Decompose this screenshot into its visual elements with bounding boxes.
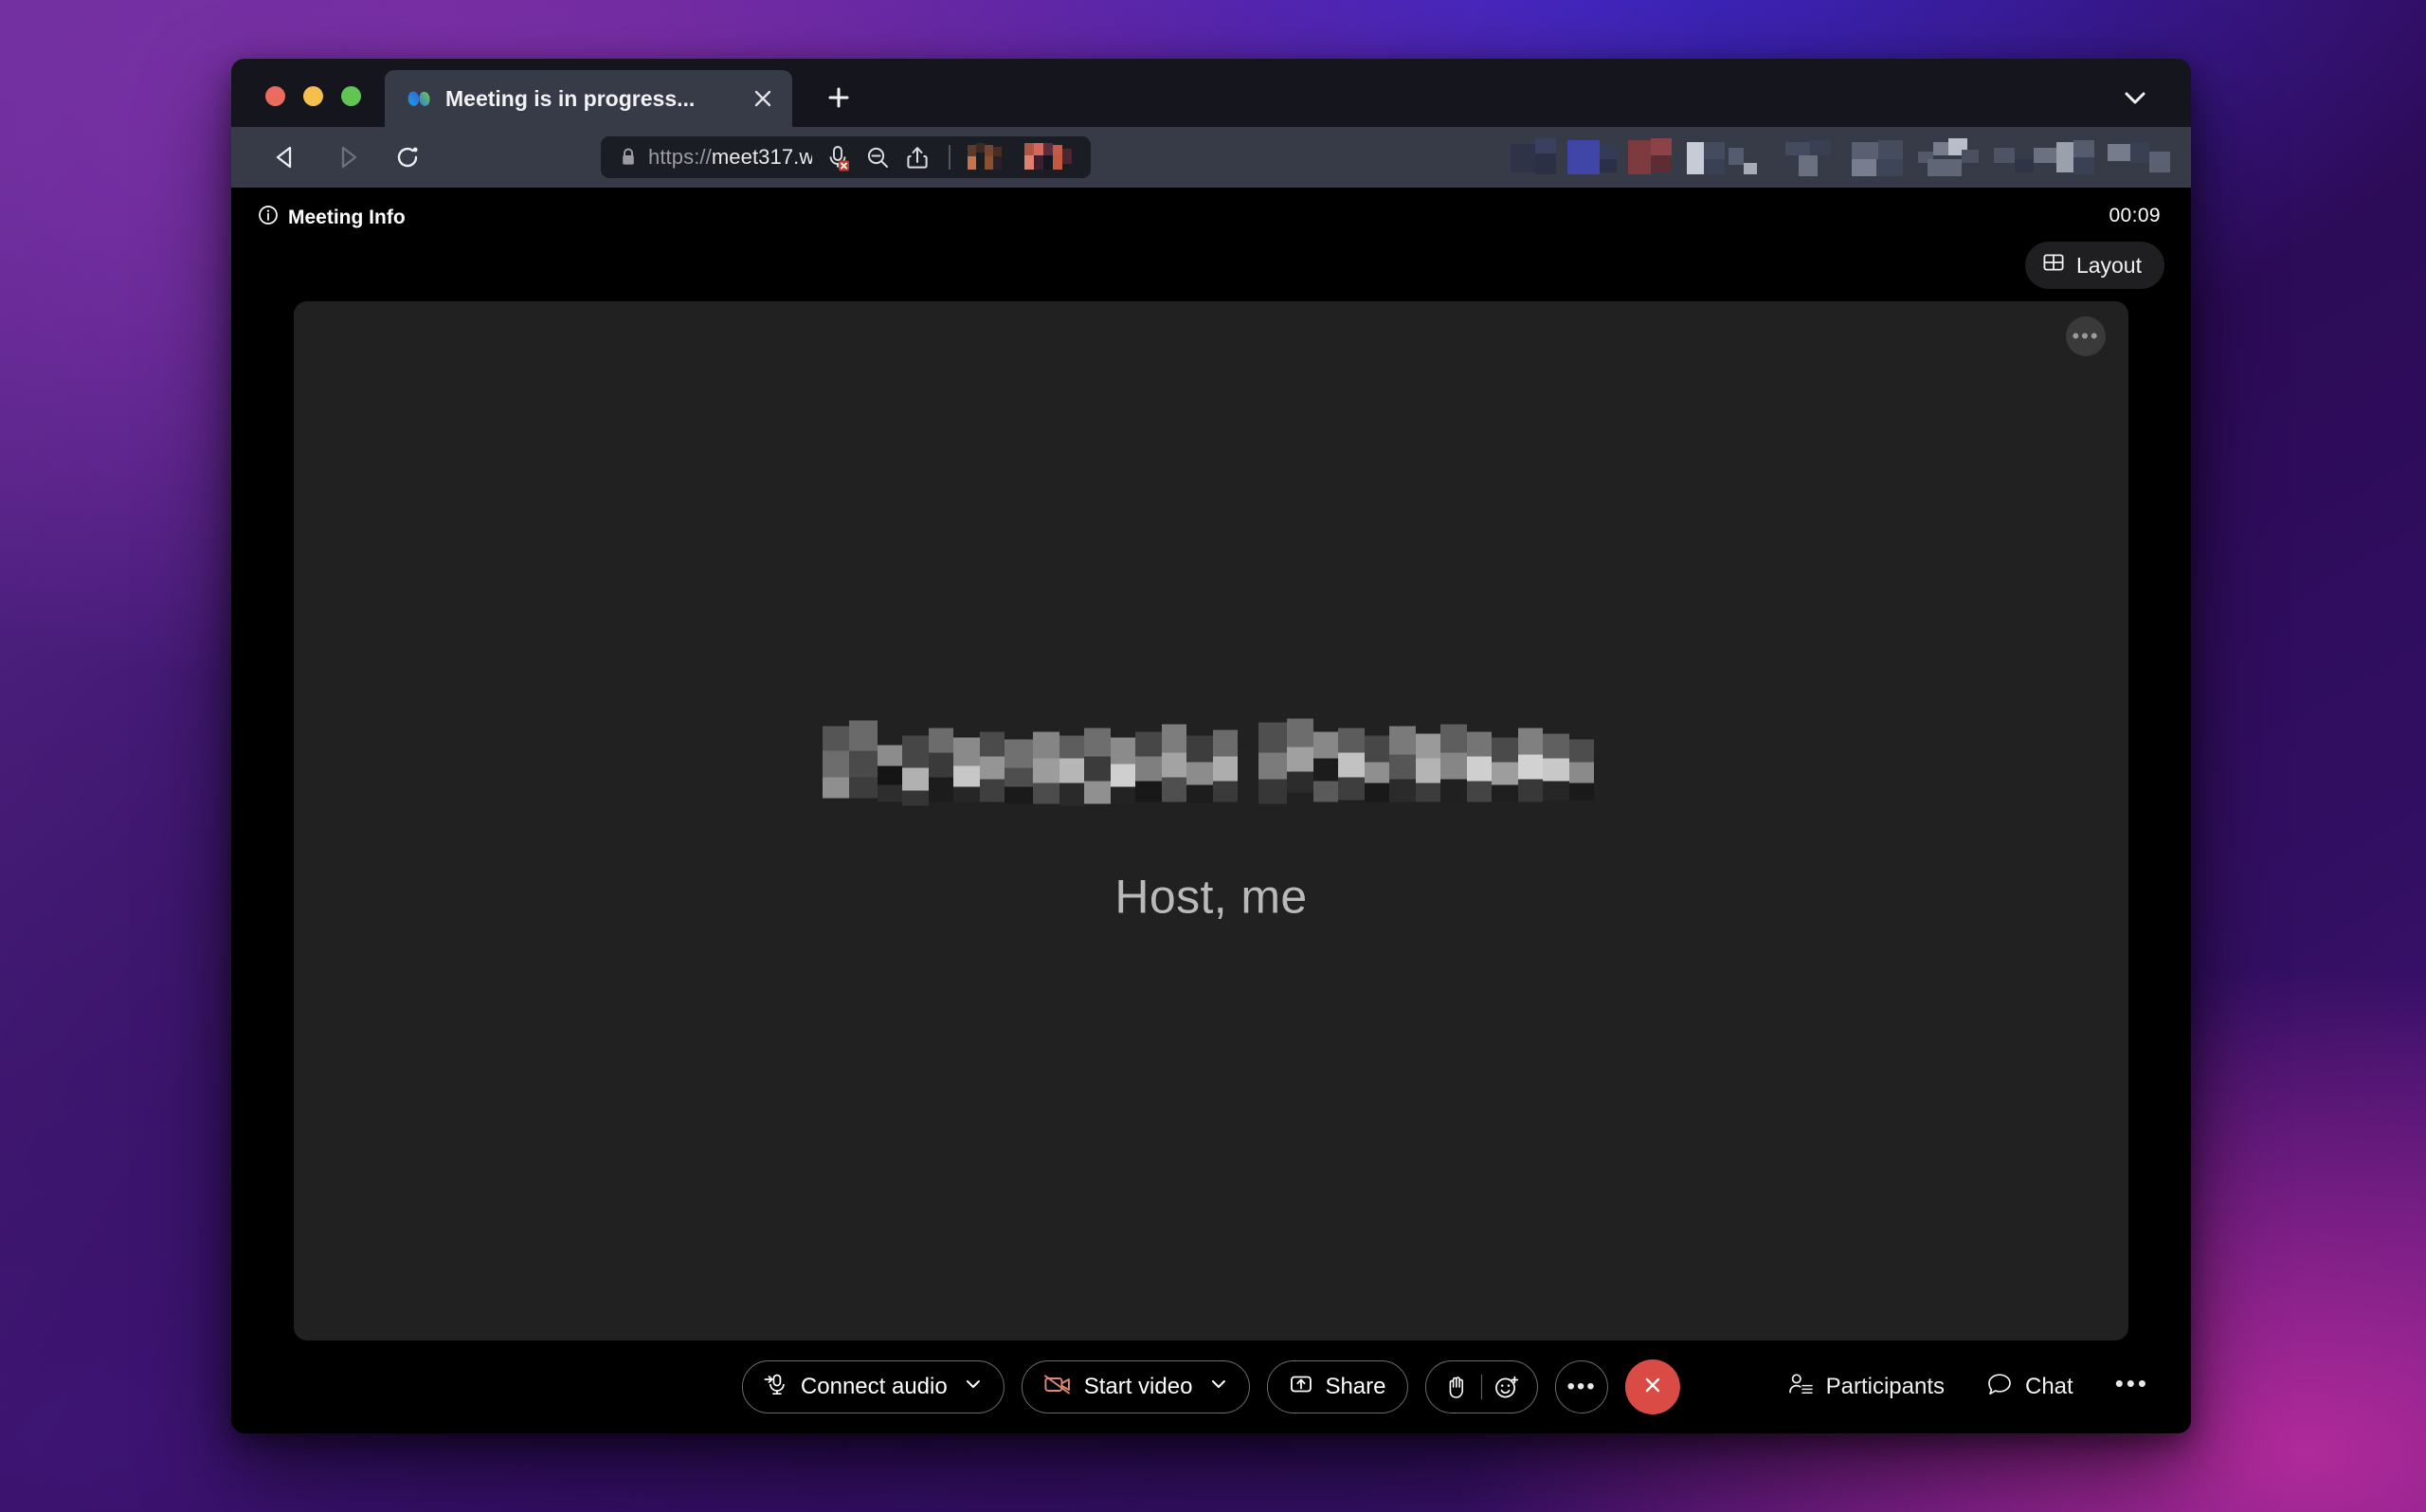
- start-video-label: Start video: [1083, 1374, 1193, 1399]
- more-options-icon[interactable]: •••: [2066, 316, 2106, 356]
- control-bar-center-group: Connect audio Start video Share •••: [741, 1359, 1681, 1414]
- back-arrow-icon[interactable]: [267, 138, 305, 176]
- forward-arrow-icon: [328, 138, 366, 176]
- share-label: Share: [1325, 1374, 1386, 1399]
- participants-label: Participants: [1825, 1374, 1945, 1399]
- more-options-button-right[interactable]: •••: [2115, 1371, 2149, 1395]
- pixelated-extension-icon-1: [968, 143, 1013, 171]
- chevron-down-icon[interactable]: [1208, 1374, 1227, 1400]
- connect-audio-button[interactable]: Connect audio: [741, 1360, 1005, 1413]
- chat-bubble-icon: [1986, 1372, 2013, 1403]
- url-scheme: https://: [648, 145, 712, 169]
- video-stage-tile[interactable]: ••• Host, me: [294, 301, 2128, 1341]
- emoji-reaction-icon[interactable]: [1482, 1374, 1531, 1400]
- chevron-down-icon[interactable]: [2121, 87, 2149, 108]
- url-bar[interactable]: https://meet317.webex.com/...: [601, 136, 1091, 178]
- participant-name-label: Host, me: [1114, 870, 1308, 923]
- close-icon[interactable]: [751, 86, 775, 111]
- reactions-group[interactable]: [1424, 1360, 1539, 1413]
- close-x-icon: [1639, 1372, 1666, 1403]
- toolbar-divider: [949, 145, 950, 170]
- meeting-timer: 00:09: [2109, 205, 2161, 226]
- participants-icon: [1787, 1372, 1814, 1403]
- plus-icon[interactable]: [824, 83, 853, 112]
- zoom-out-icon[interactable]: [863, 143, 892, 171]
- chat-button[interactable]: Chat: [1986, 1372, 2073, 1403]
- leave-meeting-button[interactable]: [1625, 1359, 1681, 1414]
- meeting-info-button[interactable]: Meeting Info: [258, 205, 406, 230]
- participant-placeholder: Host, me: [294, 718, 2128, 924]
- lock-icon: [620, 147, 637, 168]
- microphone-muted-icon[interactable]: [824, 143, 852, 171]
- url-text: https://meet317.webex.com/...: [648, 145, 812, 170]
- raise-hand-icon[interactable]: [1431, 1374, 1480, 1400]
- control-bar-right-group: Participants Chat •••: [1787, 1371, 2149, 1403]
- share-button[interactable]: Share: [1266, 1360, 1408, 1413]
- minimize-window-button[interactable]: [303, 86, 323, 106]
- share-screen-icon: [1288, 1372, 1313, 1403]
- layout-button[interactable]: Layout: [2024, 242, 2164, 289]
- browser-tab-active[interactable]: Meeting is in progress...: [385, 70, 792, 127]
- camera-off-icon: [1043, 1372, 1072, 1403]
- url-host: meet317.webex.com/...: [711, 145, 812, 169]
- pixelated-participant-name: [823, 718, 1600, 818]
- reload-icon[interactable]: [389, 138, 426, 176]
- pixelated-extension-icons: [1511, 138, 2174, 178]
- layout-button-label: Layout: [2075, 252, 2142, 278]
- meeting-control-bar: Connect audio Start video Share ••• Part…: [231, 1341, 2191, 1433]
- microphone-connect-icon: [764, 1372, 788, 1403]
- desktop-wallpaper: Meeting is in progress... https://meet31…: [0, 0, 2426, 1512]
- chat-label: Chat: [2024, 1374, 2073, 1399]
- window-traffic-lights: [231, 86, 361, 127]
- close-window-button[interactable]: [265, 86, 285, 106]
- info-circle-icon: [258, 205, 279, 230]
- maximize-window-button[interactable]: [341, 86, 361, 106]
- browser-toolbar: https://meet317.webex.com/...: [231, 127, 2191, 188]
- pixelated-extension-icon-2: [1024, 143, 1077, 171]
- browser-tab-title: Meeting is in progress...: [445, 85, 696, 111]
- browser-window: Meeting is in progress... https://meet31…: [231, 59, 2191, 1433]
- participants-button[interactable]: Participants: [1787, 1372, 1945, 1403]
- webex-meeting-app: Meeting Info 00:09 Layout ••• Host, me C…: [231, 188, 2191, 1433]
- grid-layout-icon: [2042, 251, 2065, 279]
- webex-logo-icon: [406, 85, 432, 112]
- browser-tab-bar: Meeting is in progress...: [231, 59, 2191, 127]
- meeting-info-label: Meeting Info: [288, 206, 406, 228]
- more-options-button[interactable]: •••: [1555, 1360, 1609, 1413]
- connect-audio-label: Connect audio: [800, 1374, 948, 1399]
- share-icon[interactable]: [903, 143, 932, 171]
- start-video-button[interactable]: Start video: [1021, 1360, 1250, 1413]
- chevron-down-icon[interactable]: [964, 1374, 983, 1400]
